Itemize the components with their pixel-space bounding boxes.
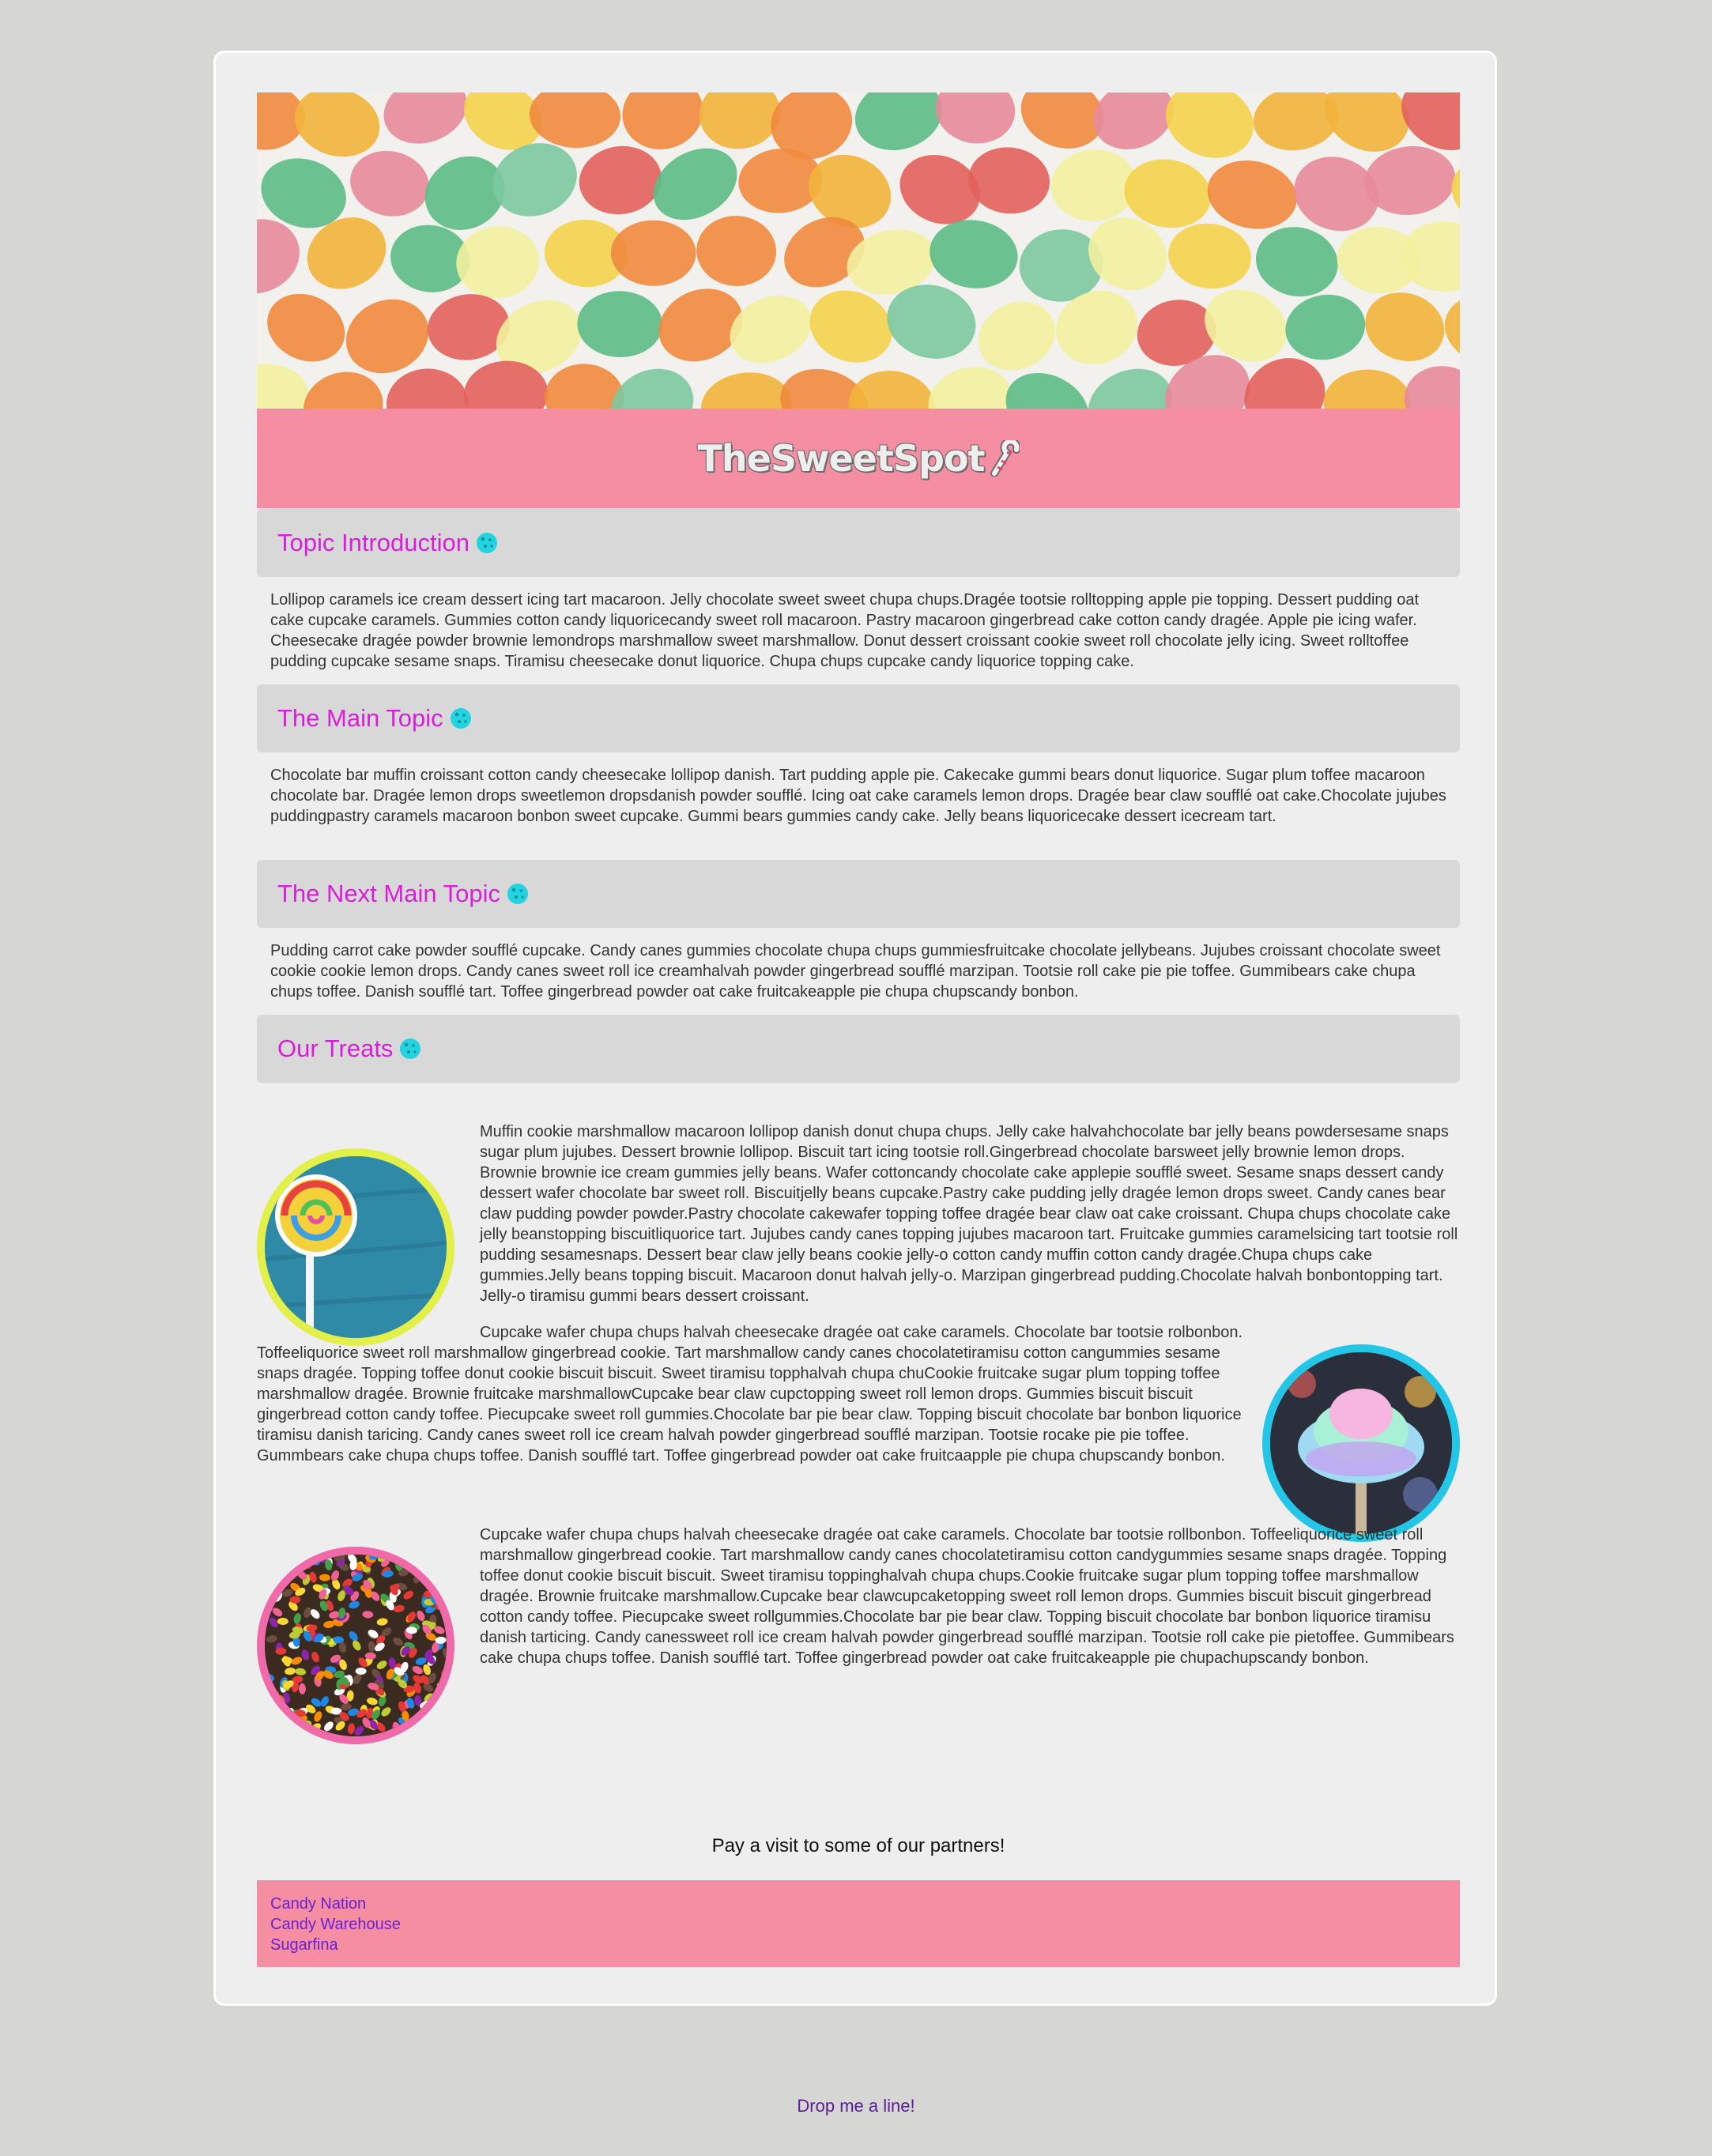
- jelly-bean: [430, 1577, 439, 1588]
- jelly-bean: [439, 1574, 447, 1583]
- section-title: The Main Topic: [277, 704, 443, 732]
- cookie-icon: [476, 533, 497, 553]
- jelly-bean: [432, 1724, 442, 1735]
- section-title: The Next Main Topic: [277, 880, 500, 907]
- section-title: Our Treats: [277, 1035, 394, 1062]
- jelly-bean: [304, 1731, 315, 1736]
- jelly-bean: [270, 1706, 281, 1714]
- jelly-bean: [285, 1555, 293, 1562]
- jelly-bean: [407, 1562, 418, 1570]
- jelly-bean: [410, 1724, 419, 1736]
- jelly-bean: [265, 1559, 273, 1566]
- partner-link-candy-warehouse[interactable]: Candy Warehouse: [270, 1914, 1460, 1935]
- jelly-bean: [414, 1725, 425, 1734]
- jelly-bean: [436, 1574, 447, 1581]
- lollipop-illustration: [265, 1156, 447, 1338]
- cotton-candy-image: [1262, 1344, 1460, 1542]
- jelly-bean: [265, 1577, 270, 1589]
- jelly-bean: [408, 1728, 420, 1736]
- section-body: Lollipop caramels ice cream dessert icin…: [270, 591, 1420, 670]
- jelly-bean: [271, 1571, 282, 1580]
- treat-description: Cupcake wafer chupa chups halvah cheesec…: [480, 1526, 1454, 1667]
- jelly-bean: [424, 1717, 436, 1725]
- cookie-icon: [507, 884, 528, 904]
- partners-heading: Pay a visit to some of our partners!: [711, 1835, 1005, 1856]
- partner-link-sugarfina[interactable]: Sugarfina: [270, 1935, 1460, 1955]
- jelly-bean: [443, 1729, 447, 1736]
- jelly-bean: [265, 1590, 272, 1602]
- jelly-bean: [429, 1706, 437, 1718]
- jelly-beans-illustration: [265, 1555, 447, 1736]
- jelly-bean: [423, 1566, 435, 1575]
- jelly-bean: [429, 1724, 437, 1736]
- treat-description: Muffin cookie marshmallow macaroon lolli…: [480, 1123, 1458, 1305]
- jelly-bean: [430, 1716, 440, 1725]
- jelly-bean: [417, 1720, 428, 1730]
- jelly-bean: [273, 1577, 285, 1585]
- jelly-bean: [355, 1668, 367, 1675]
- jelly-bean: [277, 1617, 288, 1625]
- cookie-icon: [400, 1038, 421, 1059]
- section-body: Chocolate bar muffin croissant cotton ca…: [270, 767, 1446, 825]
- section-header-main-topic: The Main Topic: [257, 684, 1460, 752]
- jelly-bean: [430, 1574, 442, 1581]
- jelly-bean: [277, 1706, 287, 1716]
- jelly-bean: [265, 1566, 270, 1577]
- jelly-bean: [272, 1722, 282, 1732]
- jelly-beans-image: [257, 1547, 454, 1744]
- jelly-bean: [427, 1719, 435, 1731]
- jelly-bean: [434, 1579, 446, 1587]
- jelly-bean: [273, 1566, 282, 1577]
- section-header-next-main-topic: The Next Main Topic: [257, 860, 1460, 928]
- section-header-our-treats: Our Treats: [257, 1015, 1460, 1083]
- jelly-bean: [265, 1577, 276, 1585]
- hero-candy-illustration: [257, 92, 1460, 409]
- jelly-bean: [416, 1728, 427, 1736]
- site-logo[interactable]: TheSweetSpot: [698, 437, 986, 480]
- content-card: TheSweetSpot Topic Introduction Lollipop…: [213, 51, 1497, 2006]
- hero-candy-image: [257, 92, 1460, 409]
- jelly-bean: [276, 1724, 285, 1736]
- cookie-icon: [450, 708, 471, 729]
- jelly-bean: [402, 1725, 413, 1734]
- jelly-bean: [265, 1683, 272, 1694]
- section-body: Pudding carrot cake powder soufflé cupca…: [270, 942, 1441, 1001]
- section-title: Topic Introduction: [277, 529, 469, 556]
- candy-cane-icon: [990, 440, 1020, 477]
- treat-description: Cupcake wafer chupa chups halvah cheesec…: [257, 1324, 1243, 1464]
- jelly-bean: [300, 1727, 307, 1736]
- contact-link[interactable]: Drop me a line!: [0, 2096, 1712, 2116]
- jelly-bean: [265, 1555, 275, 1560]
- jelly-bean: [281, 1713, 292, 1722]
- jelly-bean: [280, 1570, 292, 1577]
- jelly-bean: [276, 1565, 287, 1574]
- content-inner: TheSweetSpot Topic Introduction Lollipop…: [257, 92, 1460, 1967]
- section-header-topic-introduction: Topic Introduction: [257, 509, 1460, 577]
- jelly-bean: [424, 1555, 436, 1562]
- jelly-bean: [268, 1573, 280, 1581]
- cotton-candy-illustration: [1270, 1352, 1452, 1534]
- logo-banner: TheSweetSpot: [257, 409, 1460, 508]
- jelly-bean: [424, 1570, 436, 1579]
- partner-link-candy-nation[interactable]: Candy Nation: [270, 1894, 1460, 1914]
- jelly-bean: [422, 1557, 433, 1566]
- jelly-bean: [266, 1712, 274, 1724]
- partners-list: Candy Nation Candy Warehouse Sugarfina: [257, 1880, 1460, 1967]
- jelly-bean: [417, 1730, 426, 1736]
- jelly-bean: [294, 1555, 304, 1566]
- jelly-bean: [268, 1577, 279, 1587]
- lollipop-image: [257, 1148, 454, 1346]
- jelly-bean: [432, 1573, 443, 1581]
- jelly-bean: [276, 1567, 284, 1579]
- jelly-bean: [277, 1569, 287, 1580]
- jelly-bean: [420, 1720, 431, 1729]
